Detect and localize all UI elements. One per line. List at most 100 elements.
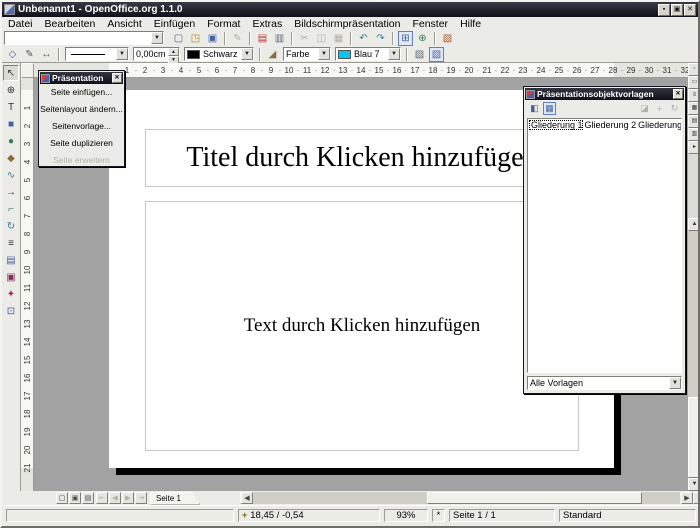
area-style-icon[interactable]: ◢ bbox=[265, 47, 280, 62]
style-filter-select[interactable]: Alle Vorlagen ▼ bbox=[527, 376, 682, 390]
presentation-panel-item[interactable]: Seite duplizieren bbox=[40, 135, 123, 152]
arrow-style-icon[interactable]: ↔ bbox=[39, 47, 54, 62]
url-input[interactable] bbox=[5, 33, 151, 44]
export-pdf-icon[interactable]: ▤ bbox=[255, 31, 270, 46]
undo-icon[interactable]: ↶ bbox=[356, 31, 371, 46]
page-mode-icon[interactable]: ▢ bbox=[56, 492, 68, 504]
vertical-ruler[interactable]: 123456789101112131415161718192021 bbox=[21, 78, 34, 491]
chevron-down-icon[interactable]: ▼ bbox=[241, 48, 253, 60]
style-list-item[interactable]: Gliederung 2 bbox=[583, 120, 637, 130]
chevron-down-icon[interactable]: ▼ bbox=[669, 377, 681, 389]
interaction-tool-icon[interactable]: ⊡ bbox=[3, 303, 19, 319]
horizontal-ruler[interactable]: 1·2·3·4·5·6·7·8·9·10·11·12·13·14·15·16·1… bbox=[34, 63, 688, 78]
menu-einfuegen[interactable]: Einfügen bbox=[148, 18, 201, 30]
vertical-scroll-thumb[interactable] bbox=[688, 397, 700, 478]
menu-fenster[interactable]: Fenster bbox=[406, 18, 454, 30]
menu-hilfe[interactable]: Hilfe bbox=[454, 18, 487, 30]
ellipse-tool-icon[interactable]: ● bbox=[3, 133, 19, 149]
title-placeholder[interactable]: Titel durch Klicken hinzufügen bbox=[145, 129, 579, 187]
menu-bildschirmpraesentation[interactable]: Bildschirmpräsentation bbox=[288, 18, 406, 30]
close-icon[interactable]: ✕ bbox=[112, 73, 122, 83]
3d-objects-tool-icon[interactable]: ◆ bbox=[3, 150, 19, 166]
presentation-panel-item[interactable]: Seitenlayout ändern... bbox=[40, 101, 123, 118]
menu-bearbeiten[interactable]: Bearbeiten bbox=[39, 18, 102, 30]
master-mode-icon[interactable]: ▣ bbox=[69, 492, 81, 504]
scroll-up-icon[interactable]: ▲ bbox=[688, 218, 700, 231]
url-dropdown-icon[interactable]: ▼ bbox=[151, 32, 163, 44]
close-button-icon[interactable]: ✕ bbox=[684, 4, 696, 16]
url-combobox[interactable]: ▼ bbox=[4, 31, 164, 45]
graphics-styles-icon[interactable]: ◧ bbox=[528, 102, 541, 115]
outline-view-icon[interactable]: ≡ bbox=[688, 89, 700, 102]
line-width-input[interactable] bbox=[134, 48, 168, 60]
zoom-tool-icon[interactable]: ⊕ bbox=[3, 82, 19, 98]
connector-tool-icon[interactable]: ⌐ bbox=[3, 201, 19, 217]
text-placeholder[interactable]: Text durch Klicken hinzufügen bbox=[145, 201, 579, 451]
menu-datei[interactable]: Datei bbox=[2, 18, 39, 30]
fill-type-select[interactable]: Farbe ▼ bbox=[283, 47, 331, 61]
lines-arrows-tool-icon[interactable]: → bbox=[3, 184, 19, 200]
drawing-view-icon[interactable]: ▭ bbox=[688, 76, 700, 89]
line-style-select[interactable]: ▼ bbox=[65, 47, 129, 61]
fill-color-select[interactable]: Blau 7 ▼ bbox=[335, 47, 401, 61]
vertical-scroll-track[interactable] bbox=[688, 231, 700, 478]
scroll-right-icon[interactable]: ▶ bbox=[681, 492, 693, 504]
restore-button-icon[interactable]: ▣ bbox=[671, 4, 683, 16]
style-list-item[interactable]: Gliederung 3 bbox=[636, 120, 682, 130]
insert-tool-icon[interactable]: ▣ bbox=[3, 269, 19, 285]
chevron-down-icon[interactable]: ▼ bbox=[116, 48, 128, 60]
rectangle-tool-icon[interactable]: ■ bbox=[3, 116, 19, 132]
print-icon[interactable]: ▥ bbox=[272, 31, 287, 46]
resize-corner[interactable] bbox=[693, 492, 700, 504]
line-icon[interactable]: ✎ bbox=[22, 47, 37, 62]
vertical-scrollbar[interactable]: ▫ ▭≡▦▤▥▸ ▲ ▼ bbox=[688, 63, 700, 491]
scroll-left-icon[interactable]: ◀ bbox=[241, 492, 253, 504]
alignment-tool-icon[interactable]: ≡ bbox=[3, 235, 19, 251]
stepper-up-icon[interactable]: ▲ bbox=[168, 48, 179, 56]
chevron-down-icon[interactable]: ▼ bbox=[388, 48, 400, 60]
handout-view-icon[interactable]: ▥ bbox=[688, 128, 700, 141]
chevron-down-icon[interactable]: ▼ bbox=[318, 48, 330, 60]
redo-icon[interactable]: ↷ bbox=[373, 31, 388, 46]
gallery-icon[interactable]: ▧ bbox=[440, 31, 455, 46]
edit-points-icon[interactable]: ◇ bbox=[5, 47, 20, 62]
style-list-item[interactable]: Gliederung 1 bbox=[529, 120, 583, 130]
presentation-panel-titlebar[interactable]: Präsentation ✕ bbox=[40, 72, 123, 84]
scroll-down-icon[interactable]: ▼ bbox=[688, 478, 700, 491]
navigator-icon[interactable]: ⊞ bbox=[398, 31, 413, 46]
horizontal-scroll-thumb[interactable] bbox=[427, 492, 642, 504]
presentation-panel-item[interactable]: Seitenvorlage... bbox=[40, 118, 123, 135]
curve-tool-icon[interactable]: ∿ bbox=[3, 167, 19, 183]
menu-extras[interactable]: Extras bbox=[246, 18, 288, 30]
hyperlink-icon[interactable]: ⊕ bbox=[415, 31, 430, 46]
ruler-toggle-button[interactable]: ▫ bbox=[688, 63, 700, 76]
arrange-tool-icon[interactable]: ▤ bbox=[3, 252, 19, 268]
text-tool-icon[interactable]: T bbox=[3, 99, 19, 115]
page-tab[interactable]: Seite 1 bbox=[150, 492, 200, 505]
close-icon[interactable]: ✕ bbox=[673, 89, 683, 99]
line-color-select[interactable]: Schwarz ▼ bbox=[184, 47, 254, 61]
new-document-icon[interactable]: ▢ bbox=[171, 31, 186, 46]
horizontal-scroll-track[interactable] bbox=[253, 492, 680, 504]
line-width-stepper[interactable]: ▲▼ bbox=[133, 47, 180, 61]
status-zoom-field[interactable]: 93% bbox=[384, 509, 428, 522]
effects-tool-icon[interactable]: ✦ bbox=[3, 286, 19, 302]
start-presentation-icon[interactable]: ▸ bbox=[688, 141, 700, 154]
slides-view-icon[interactable]: ▦ bbox=[688, 102, 700, 115]
presentation-styles-icon[interactable]: ▦ bbox=[543, 102, 556, 115]
layer-mode-icon[interactable]: ▤ bbox=[82, 492, 94, 504]
minimize-button-icon[interactable]: ▪ bbox=[658, 4, 670, 16]
menu-ansicht[interactable]: Ansicht bbox=[101, 18, 147, 30]
preview-icon[interactable]: ▧ bbox=[429, 47, 444, 62]
shadow-icon[interactable]: ▨ bbox=[412, 47, 427, 62]
stylist-titlebar[interactable]: Präsentationsobjektvorlagen ✕ bbox=[525, 88, 684, 100]
stepper-buttons[interactable]: ▲▼ bbox=[168, 48, 179, 60]
menu-format[interactable]: Format bbox=[201, 18, 246, 30]
window-titlebar[interactable]: Unbenannt1 - OpenOffice.org 1.1.0 ▪▣✕ bbox=[2, 2, 698, 17]
presentation-panel-item[interactable]: Seite einfügen... bbox=[40, 84, 123, 101]
save-icon[interactable]: ▣ bbox=[205, 31, 220, 46]
rotate-tool-icon[interactable]: ↻ bbox=[3, 218, 19, 234]
select-tool-icon[interactable]: ↖ bbox=[3, 65, 19, 81]
open-icon[interactable]: ◳ bbox=[188, 31, 203, 46]
notes-view-icon[interactable]: ▤ bbox=[688, 115, 700, 128]
